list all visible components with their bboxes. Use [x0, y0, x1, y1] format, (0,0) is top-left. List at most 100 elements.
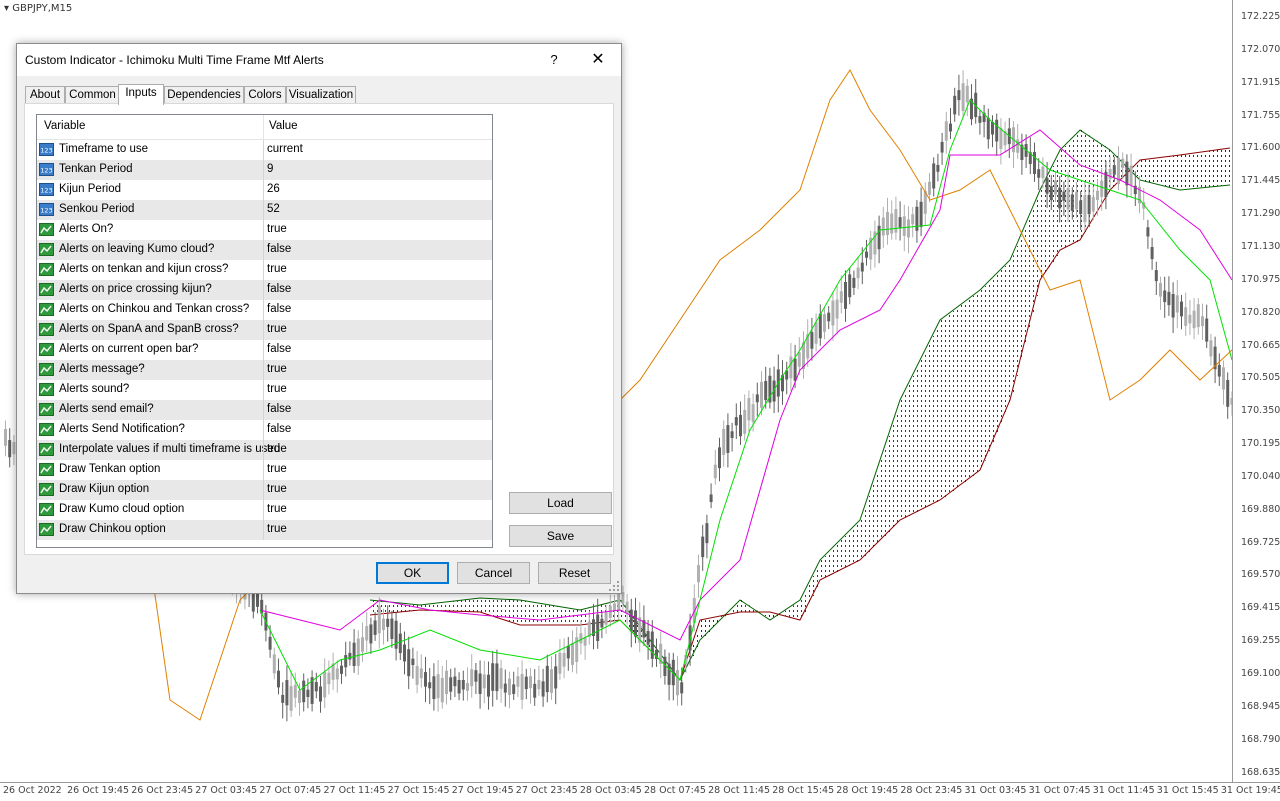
- input-row[interactable]: Alerts on price crossing kijun? false: [37, 280, 492, 301]
- price-tick-label: 169.415: [1241, 602, 1280, 614]
- price-tick-label: 168.790: [1241, 733, 1280, 745]
- input-row[interactable]: Alerts send email? false: [37, 400, 492, 421]
- time-tick-label: 31 Oct 15:45: [1156, 785, 1219, 796]
- input-row[interactable]: Draw Kijun option true: [37, 480, 492, 501]
- input-value[interactable]: true: [267, 363, 287, 375]
- tab-common[interactable]: Common: [65, 86, 120, 104]
- input-value[interactable]: 52: [267, 203, 280, 215]
- price-tick-label: 171.915: [1241, 76, 1280, 88]
- input-row[interactable]: Alerts on tenkan and kijun cross? true: [37, 260, 492, 281]
- input-name: Alerts sound?: [59, 383, 130, 395]
- time-tick-label: 27 Oct 03:45: [195, 785, 258, 796]
- input-name: Draw Kijun option: [59, 483, 150, 495]
- input-row[interactable]: Draw Chinkou option true: [37, 520, 492, 541]
- input-value[interactable]: true: [267, 263, 287, 275]
- time-tick-label: 28 Oct 11:45: [708, 785, 771, 796]
- input-row[interactable]: Alerts On? true: [37, 220, 492, 241]
- input-name: Alerts on SpanA and SpanB cross?: [59, 323, 239, 335]
- time-tick-label: 28 Oct 23:45: [900, 785, 963, 796]
- price-tick-label: 172.225: [1241, 11, 1280, 22]
- column-value[interactable]: Value: [269, 120, 298, 132]
- save-button[interactable]: Save: [509, 525, 612, 547]
- input-name: Timeframe to use: [59, 143, 149, 155]
- price-tick-label: 171.755: [1241, 109, 1280, 121]
- input-row[interactable]: Draw Kumo cloud option true: [37, 500, 492, 521]
- input-value[interactable]: false: [267, 303, 291, 315]
- input-value[interactable]: true: [267, 503, 287, 515]
- resize-grip-icon[interactable]: [609, 581, 619, 591]
- input-value[interactable]: false: [267, 423, 291, 435]
- inputs-panel: Variable Value 123 Timeframe to use curren…: [24, 103, 614, 555]
- cancel-button[interactable]: Cancel: [457, 562, 530, 584]
- price-tick-label: 170.505: [1241, 372, 1280, 384]
- input-row[interactable]: Alerts message? true: [37, 360, 492, 381]
- time-axis: 26 Oct 2022 26 Oct 19:45 26 Oct 23:45 27 Oc…: [0, 782, 1280, 801]
- price-tick-label: 170.665: [1241, 339, 1280, 351]
- svg-text:123: 123: [40, 207, 52, 215]
- input-row[interactable]: 123 Tenkan Period 9: [37, 160, 492, 181]
- input-value[interactable]: false: [267, 283, 291, 295]
- time-tick-label: 27 Oct 15:45: [387, 785, 450, 796]
- input-row[interactable]: Alerts on current open bar? false: [37, 340, 492, 361]
- price-tick-label: 170.040: [1241, 470, 1280, 482]
- input-value[interactable]: true: [267, 223, 287, 235]
- input-name: Alerts send email?: [59, 403, 154, 415]
- svg-text:123: 123: [40, 147, 52, 155]
- input-value[interactable]: false: [267, 343, 291, 355]
- dropdown-triangle-icon[interactable]: ▾: [4, 3, 9, 14]
- tab-about[interactable]: About: [25, 86, 65, 104]
- dialog-titlebar[interactable]: Custom Indicator - Ichimoku Multi Time F…: [17, 44, 621, 76]
- price-tick-label: 171.600: [1241, 142, 1280, 154]
- time-tick-label: 27 Oct 11:45: [323, 785, 386, 796]
- input-value[interactable]: true: [267, 523, 287, 535]
- price-axis: 172.225 172.070 171.915 171.755 171.600 171.4…: [1232, 0, 1280, 782]
- time-tick-label: 27 Oct 07:45: [259, 785, 322, 796]
- tab-dependencies[interactable]: Dependencies: [164, 86, 244, 104]
- input-row[interactable]: Alerts on leaving Kumo cloud? false: [37, 240, 492, 261]
- input-value[interactable]: true: [267, 443, 287, 455]
- input-row[interactable]: Alerts on Chinkou and Tenkan cross? false: [37, 300, 492, 321]
- input-value[interactable]: true: [267, 383, 287, 395]
- input-row[interactable]: Alerts Send Notification? false: [37, 420, 492, 441]
- input-name: Alerts on current open bar?: [59, 343, 199, 355]
- input-row[interactable]: Alerts sound? true: [37, 380, 492, 401]
- input-value[interactable]: true: [267, 463, 287, 475]
- reset-button[interactable]: Reset: [538, 562, 611, 584]
- input-row[interactable]: Draw Tenkan option true: [37, 460, 492, 481]
- time-tick-label: 31 Oct 07:45: [1028, 785, 1091, 796]
- help-button[interactable]: ?: [543, 49, 565, 71]
- input-value[interactable]: true: [267, 323, 287, 335]
- input-row[interactable]: Alerts on SpanA and SpanB cross? true: [37, 320, 492, 341]
- input-row[interactable]: 123 Kijun Period 26: [37, 180, 492, 201]
- price-tick-label: 170.350: [1241, 405, 1280, 417]
- time-tick-label: 28 Oct 03:45: [579, 785, 642, 796]
- input-name: Alerts on leaving Kumo cloud?: [59, 243, 215, 255]
- input-name: Kijun Period: [59, 183, 122, 195]
- ok-button[interactable]: OK: [376, 562, 449, 584]
- input-value[interactable]: current: [267, 143, 303, 155]
- time-tick-label: 31 Oct 19:45: [1220, 785, 1280, 796]
- load-button[interactable]: Load: [509, 492, 612, 514]
- price-tick-label: 169.880: [1241, 503, 1280, 515]
- inputs-table[interactable]: Variable Value 123 Timeframe to use curren…: [36, 114, 493, 548]
- input-value[interactable]: 9: [267, 163, 273, 175]
- close-icon: ✕: [591, 51, 605, 68]
- tab-colors[interactable]: Colors: [244, 86, 286, 104]
- close-button[interactable]: ✕: [585, 49, 611, 71]
- input-value[interactable]: true: [267, 483, 287, 495]
- price-tick-label: 171.130: [1241, 240, 1280, 252]
- input-value[interactable]: 26: [267, 183, 280, 195]
- input-value[interactable]: false: [267, 243, 291, 255]
- tab-visualization[interactable]: Visualization: [286, 86, 356, 104]
- time-tick-label: 31 Oct 11:45: [1092, 785, 1155, 796]
- tab-inputs[interactable]: Inputs: [118, 84, 164, 105]
- input-value[interactable]: false: [267, 403, 291, 415]
- input-row[interactable]: 123 Timeframe to use current: [37, 140, 492, 161]
- column-variable[interactable]: Variable: [44, 120, 85, 132]
- table-header: Variable Value: [37, 115, 492, 140]
- input-row[interactable]: Interpolate values if multi timeframe is…: [37, 440, 492, 461]
- symbol-label: ▾ GBPJPY,M15: [4, 3, 73, 14]
- time-tick-label: 28 Oct 15:45: [772, 785, 835, 796]
- input-row[interactable]: 123 Senkou Period 52: [37, 200, 492, 221]
- input-name: Draw Tenkan option: [59, 463, 161, 475]
